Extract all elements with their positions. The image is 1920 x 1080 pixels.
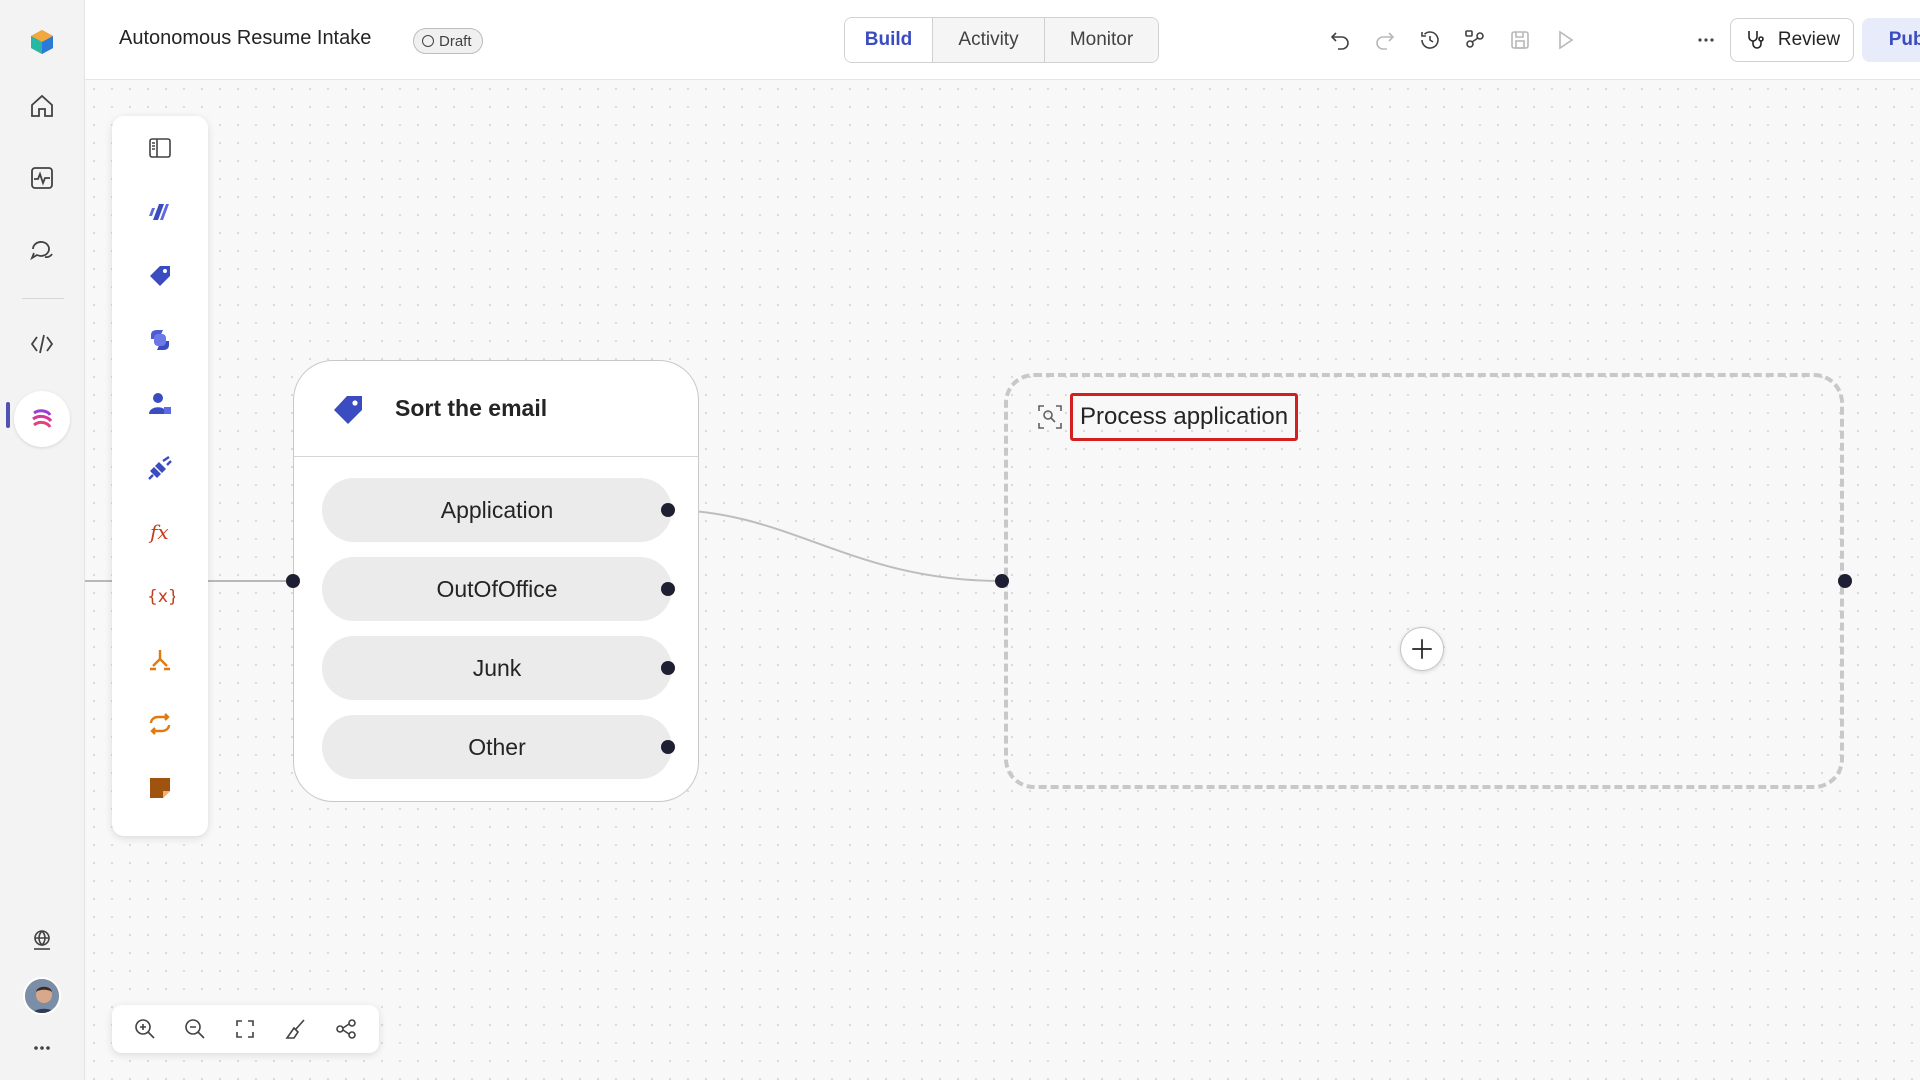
- junk-output-port[interactable]: [661, 661, 675, 675]
- page-title: Autonomous Resume Intake: [119, 27, 372, 49]
- node-title: Sort the email: [395, 395, 548, 421]
- application-output-port[interactable]: [661, 503, 675, 517]
- globe-icon[interactable]: [18, 916, 66, 964]
- connections-icon[interactable]: [1457, 22, 1493, 58]
- left-rail: [0, 0, 85, 1080]
- variable-icon[interactable]: {x}: [136, 572, 184, 620]
- add-node-button[interactable]: [1400, 627, 1444, 671]
- agent-icon[interactable]: [136, 188, 184, 236]
- branch-outofoffice[interactable]: OutOfOffice: [322, 557, 672, 621]
- avatar[interactable]: [23, 977, 61, 1015]
- status-label: Draft: [439, 32, 472, 50]
- branch-junk[interactable]: Junk: [322, 636, 672, 700]
- tab-activity[interactable]: Activity: [933, 18, 1045, 62]
- home-icon[interactable]: [18, 82, 66, 130]
- human-icon[interactable]: [136, 380, 184, 428]
- save-icon[interactable]: [1502, 22, 1538, 58]
- node-toolbox: fx {x}: [112, 116, 208, 836]
- group-output-port[interactable]: [1838, 574, 1852, 588]
- minimap-icon[interactable]: [326, 1009, 366, 1049]
- outofoffice-output-port[interactable]: [661, 582, 675, 596]
- publish-button[interactable]: Publish: [1862, 18, 1920, 62]
- process-application-group[interactable]: Process application: [1004, 373, 1844, 789]
- sort-input-port[interactable]: [286, 574, 300, 588]
- group-input-port[interactable]: [995, 574, 1009, 588]
- clean-up-icon[interactable]: [276, 1009, 316, 1049]
- copilot-icon[interactable]: [136, 316, 184, 364]
- draft-circle-icon: [422, 35, 434, 47]
- view-tabs: Build Activity Monitor: [844, 17, 1159, 63]
- zoom-controls: [112, 1005, 379, 1053]
- svg-text:fx: fx: [148, 520, 169, 544]
- sort-email-node[interactable]: Sort the email Application OutOfOffice J…: [293, 360, 699, 802]
- group-icon: [1038, 405, 1062, 429]
- workflow-icon[interactable]: [14, 391, 70, 447]
- plus-icon: [1412, 639, 1432, 659]
- plugin-icon[interactable]: [136, 444, 184, 492]
- node-header: Sort the email: [294, 361, 698, 457]
- review-label: Review: [1777, 29, 1841, 50]
- condition-icon[interactable]: [136, 636, 184, 684]
- play-icon[interactable]: [1547, 22, 1583, 58]
- history-icon[interactable]: [1412, 22, 1448, 58]
- zoom-in-icon[interactable]: [125, 1009, 165, 1049]
- rail-divider: [22, 298, 64, 299]
- chat-icon[interactable]: [18, 226, 66, 274]
- zoom-out-icon[interactable]: [175, 1009, 215, 1049]
- top-bar: Autonomous Resume Intake Draft Build Act…: [85, 0, 1920, 80]
- svg-text:{x}: {x}: [147, 587, 175, 607]
- loop-icon[interactable]: [136, 700, 184, 748]
- branch-application[interactable]: Application: [322, 478, 672, 542]
- group-title[interactable]: Process application: [1070, 393, 1299, 441]
- stethoscope-icon: [1748, 31, 1764, 49]
- formula-icon[interactable]: fx: [136, 508, 184, 556]
- tab-monitor[interactable]: Monitor: [1045, 18, 1158, 62]
- redo-icon[interactable]: [1367, 22, 1403, 58]
- activity-icon[interactable]: [18, 154, 66, 202]
- code-icon[interactable]: [18, 320, 66, 368]
- branch-other[interactable]: Other: [322, 715, 672, 779]
- review-button[interactable]: Review: [1730, 18, 1854, 62]
- more-icon[interactable]: [18, 1024, 66, 1072]
- collapse-panel-icon[interactable]: [136, 124, 184, 172]
- other-output-port[interactable]: [661, 740, 675, 754]
- status-badge: Draft: [413, 28, 483, 54]
- undo-icon[interactable]: [1322, 22, 1358, 58]
- tag-icon[interactable]: [136, 252, 184, 300]
- more-options-icon[interactable]: [1688, 22, 1724, 58]
- tag-icon: [334, 396, 362, 424]
- tab-build[interactable]: Build: [845, 18, 933, 62]
- active-indicator: [6, 402, 10, 428]
- app-logo-icon[interactable]: [18, 18, 66, 66]
- fit-view-icon[interactable]: [225, 1009, 265, 1049]
- note-icon[interactable]: [136, 764, 184, 812]
